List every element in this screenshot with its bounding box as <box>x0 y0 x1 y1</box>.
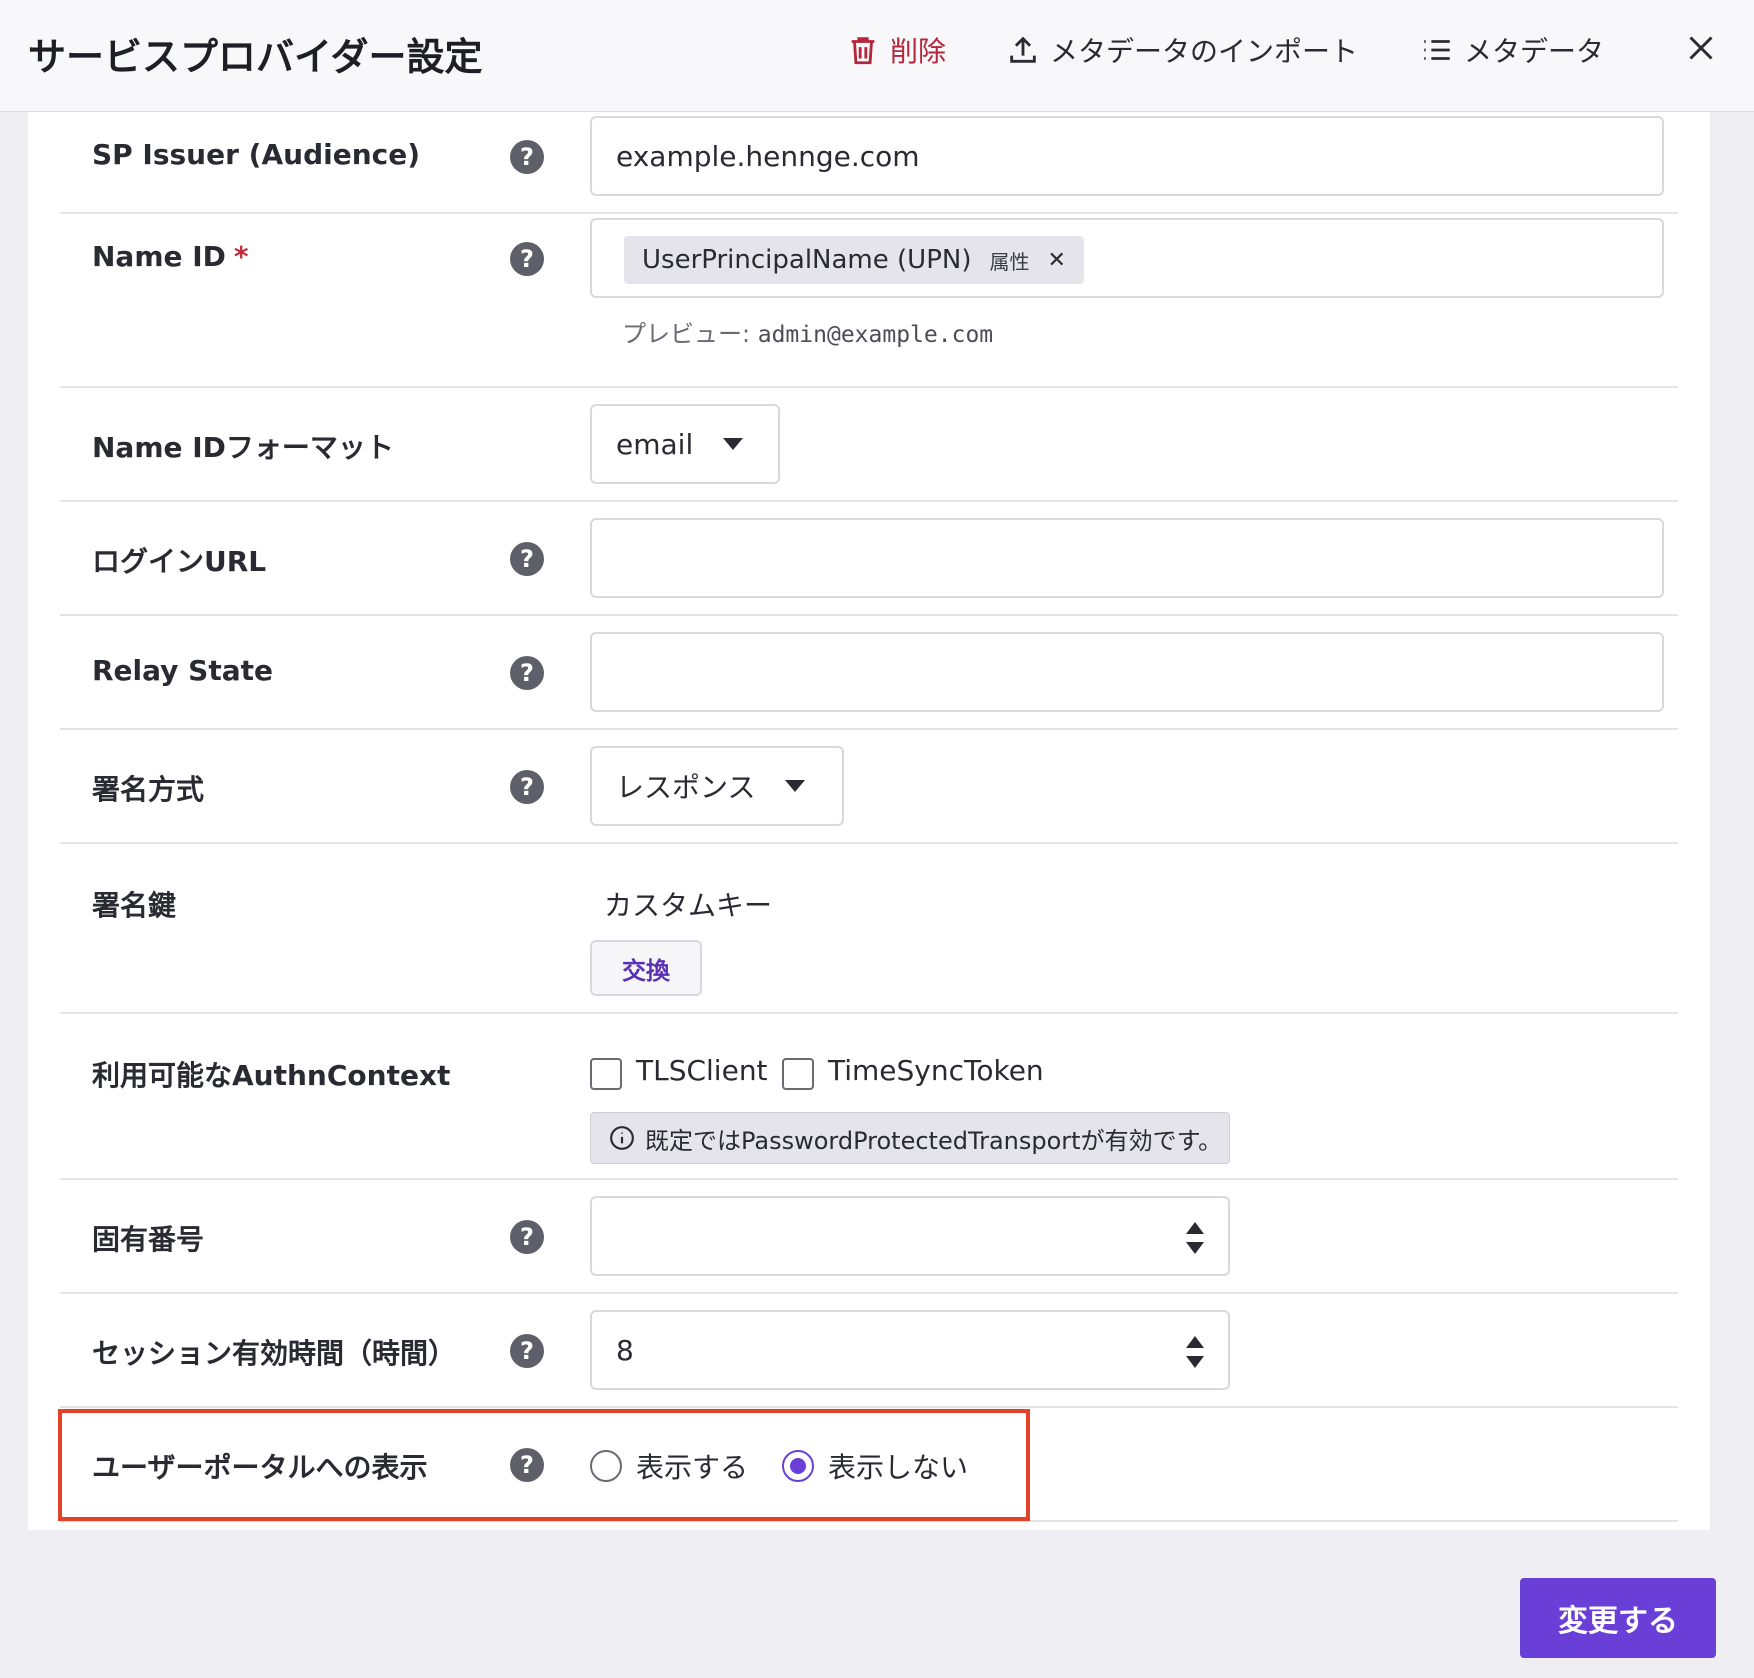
timesynctoken-checkbox[interactable] <box>782 1058 814 1090</box>
tlsclient-label: TLSClient <box>636 1054 768 1087</box>
relay-state-input[interactable] <box>590 632 1664 712</box>
row-relay-state: Relay State ? <box>60 616 1678 730</box>
radio-show-label: 表示する <box>636 1451 749 1484</box>
help-icon[interactable]: ? <box>510 770 544 804</box>
unique-number-input[interactable] <box>590 1196 1230 1276</box>
tlsclient-checkbox[interactable] <box>590 1058 622 1090</box>
login-url-label: ログインURL <box>92 545 267 578</box>
metadata-button[interactable]: メタデータ <box>1420 30 1604 70</box>
name-id-label-wrap: Name ID * <box>92 240 249 273</box>
info-icon <box>610 1126 634 1150</box>
row-sp-issuer: SP Issuer (Audience) ? example.hennge.co… <box>60 112 1678 214</box>
row-authn-context: 利用可能なAuthnContext TLSClient TimeSyncToke… <box>60 1014 1678 1180</box>
signing-method-label: 署名方式 <box>92 773 205 806</box>
radio-hide-label: 表示しない <box>828 1451 969 1484</box>
session-hours-label: セッション有効時間（時間） <box>92 1337 457 1370</box>
submit-button[interactable]: 変更する <box>1520 1578 1716 1658</box>
signing-key-value: カスタムキー <box>604 889 773 922</box>
name-id-preview: プレビュー: admin@example.com <box>590 314 993 349</box>
dialog-title: サービスプロバイダー設定 <box>28 35 483 79</box>
unique-number-label: 固有番号 <box>92 1223 205 1256</box>
row-session-hours: セッション有効時間（時間） ? 8 <box>60 1294 1678 1408</box>
help-icon[interactable]: ? <box>510 140 544 174</box>
form-panel: SP Issuer (Audience) ? example.hennge.co… <box>28 112 1710 1530</box>
import-metadata-button[interactable]: メタデータのインポート <box>1006 30 1358 70</box>
session-hours-input[interactable]: 8 <box>590 1310 1230 1390</box>
help-icon[interactable]: ? <box>510 1448 544 1482</box>
tag-value: UserPrincipalName (UPN) <box>642 245 972 275</box>
spinner-arrows-icon[interactable] <box>1184 1220 1206 1256</box>
login-url-input[interactable] <box>590 518 1664 598</box>
help-icon[interactable]: ? <box>510 542 544 576</box>
row-login-url: ログインURL ? <box>60 502 1678 616</box>
chevron-down-icon <box>785 780 806 792</box>
chevron-down-icon <box>723 438 744 450</box>
relay-state-label: Relay State <box>92 654 274 687</box>
name-id-format-value: email <box>616 427 694 461</box>
session-hours-value: 8 <box>616 1333 634 1367</box>
close-icon[interactable] <box>1683 30 1719 66</box>
row-name-id: Name ID * ? UserPrincipalName (UPN) 属性 ✕ … <box>60 214 1678 388</box>
signing-method-select[interactable]: レスポンス <box>590 746 844 826</box>
row-unique-number: 固有番号 ? <box>60 1180 1678 1294</box>
row-portal-display: ユーザーポータルへの表示 ? 表示する 表示しない <box>60 1408 1678 1522</box>
name-id-input[interactable]: UserPrincipalName (UPN) 属性 ✕ <box>590 218 1664 298</box>
authn-info-box: 既定ではPasswordProtectedTransportが有効です。 <box>590 1112 1230 1164</box>
delete-label: 削除 <box>890 35 947 68</box>
delete-button[interactable]: 削除 <box>846 30 946 70</box>
dialog-header: サービスプロバイダー設定 削除 メタデータのインポート メタデータ <box>0 0 1754 112</box>
name-id-tag: UserPrincipalName (UPN) 属性 ✕ <box>624 236 1084 284</box>
swap-key-button[interactable]: 交換 <box>590 940 702 996</box>
authn-context-label: 利用可能なAuthnContext <box>92 1059 451 1092</box>
help-icon[interactable]: ? <box>510 1220 544 1254</box>
remove-tag-icon[interactable]: ✕ <box>1047 248 1065 273</box>
trash-icon <box>851 37 875 65</box>
import-label: メタデータのインポート <box>1050 35 1359 68</box>
name-id-label: Name ID <box>92 240 226 273</box>
sp-issuer-input[interactable]: example.hennge.com <box>590 116 1664 196</box>
spinner-arrows-icon[interactable] <box>1184 1334 1206 1370</box>
preview-label: プレビュー: <box>622 320 751 348</box>
row-name-id-format: Name IDフォーマット email <box>60 388 1678 502</box>
signing-method-value: レスポンス <box>616 771 756 804</box>
preview-value: admin@example.com <box>757 322 994 348</box>
required-mark: * <box>233 240 249 273</box>
timesynctoken-label: TimeSyncToken <box>828 1054 1044 1087</box>
help-icon[interactable]: ? <box>510 656 544 690</box>
help-icon[interactable]: ? <box>510 1334 544 1368</box>
authn-info-text: 既定ではPasswordProtectedTransportが有効です。 <box>645 1126 1223 1155</box>
radio-show[interactable] <box>590 1450 622 1482</box>
row-signing-key: 署名鍵 カスタムキー 交換 <box>60 844 1678 1014</box>
upload-icon <box>1010 36 1036 63</box>
name-id-format-label: Name IDフォーマット <box>92 431 394 464</box>
tag-kind: 属性 <box>989 249 1030 274</box>
metadata-label: メタデータ <box>1464 35 1605 68</box>
help-icon[interactable]: ? <box>510 242 544 276</box>
radio-hide[interactable] <box>782 1450 814 1482</box>
signing-key-label: 署名鍵 <box>92 889 177 922</box>
sp-issuer-label: SP Issuer (Audience) <box>92 138 421 171</box>
list-icon <box>1424 40 1450 60</box>
name-id-format-select[interactable]: email <box>590 404 780 484</box>
portal-display-label: ユーザーポータルへの表示 <box>92 1451 428 1484</box>
row-signing-method: 署名方式 ? レスポンス <box>60 730 1678 844</box>
